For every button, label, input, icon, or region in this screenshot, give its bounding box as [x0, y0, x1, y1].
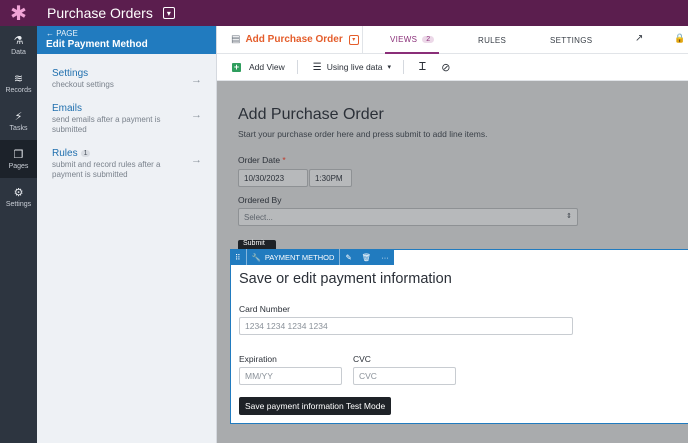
nav-records-label: Records: [5, 86, 32, 94]
app-menu-chevron-icon[interactable]: ▾: [162, 7, 175, 19]
page-settings-panel: ← PAGE Edit Payment Method Settings chec…: [37, 26, 217, 443]
panel-item-subtitle: send emails after a payment is submitted: [52, 115, 161, 134]
pages-icon: ❐: [13, 148, 24, 161]
nav-settings[interactable]: ⚙ Settings: [0, 178, 37, 216]
panel-item-settings[interactable]: Settings checkout settings →: [37, 68, 216, 90]
more-options-icon[interactable]: ···: [376, 249, 394, 265]
card-number-input[interactable]: 1234 1234 1234 1234: [239, 317, 573, 335]
arrow-right-icon: →: [191, 74, 202, 86]
select-arrows-icon: ⇕: [566, 213, 572, 220]
view-name-label: PAYMENT METHOD: [264, 252, 335, 262]
expiration-input[interactable]: MM/YY: [239, 367, 342, 385]
nav-settings-label: Settings: [5, 200, 32, 208]
app-logo-icon[interactable]: ✱: [0, 0, 37, 26]
expiration-label: Expiration: [239, 354, 277, 364]
nav-pages-label: Pages: [8, 162, 29, 170]
form-title: Add Purchase Order: [238, 106, 384, 123]
panel-item-subtitle: checkout settings: [52, 80, 114, 89]
ordered-by-placeholder: Select...: [244, 212, 273, 222]
flask-icon: ⚗: [13, 34, 24, 47]
page-icon: ▤: [231, 34, 241, 45]
cvc-label: CVC: [353, 354, 371, 364]
header-divider: [362, 25, 363, 54]
bolt-icon: ⚡: [14, 110, 23, 123]
order-date-label-text: Order Date: [238, 155, 281, 165]
toolbar-divider: [403, 60, 405, 74]
tab-settings[interactable]: SETTINGS: [550, 26, 592, 54]
nav-tasks-label: Tasks: [9, 124, 28, 132]
order-time-input[interactable]: 1:30PM: [309, 169, 352, 187]
panel-item-title: Emails: [52, 103, 83, 114]
order-date-input[interactable]: 10/30/2023: [238, 169, 308, 187]
order-date-label: Order Date *: [238, 155, 286, 165]
panel-header: ← PAGE Edit Payment Method: [37, 26, 216, 54]
nav-pages[interactable]: ❐ Pages: [0, 140, 37, 178]
tab-rules[interactable]: RULES: [478, 26, 506, 54]
arrow-right-icon: →: [191, 154, 202, 166]
caret-down-icon: ▾: [387, 64, 392, 71]
form-subtitle: Start your purchase order here and press…: [238, 129, 488, 139]
app-title: Purchase Orders: [47, 5, 153, 21]
ordered-by-select[interactable]: Select... ⇕: [238, 208, 578, 226]
cvc-input[interactable]: CVC: [353, 367, 456, 385]
wrench-icon: 🔧: [251, 252, 261, 262]
page-selector[interactable]: ▤ Add Purchase Order ▾: [231, 34, 359, 45]
required-mark: *: [282, 155, 286, 165]
view-action-toolbar: ⠿ 🔧 PAYMENT METHOD ✎ 🗑 ···: [230, 249, 394, 265]
external-link-icon[interactable]: ↗: [635, 33, 643, 44]
payment-method-view[interactable]: Save or edit payment information Card Nu…: [230, 249, 688, 424]
view-name-button[interactable]: 🔧 PAYMENT METHOD: [245, 249, 340, 265]
database-icon: ☰: [312, 61, 322, 73]
view-toolbar: + Add View ☰ Using live data ▾ Ꮖ ⊘: [217, 54, 688, 81]
gear-icon: ⚙: [13, 186, 24, 199]
nav-records[interactable]: ≋ Records: [0, 64, 37, 102]
payment-heading: Save or edit payment information: [239, 271, 452, 287]
toolbar-divider: [296, 60, 298, 74]
page-name: Add Purchase Order: [245, 34, 343, 45]
text-cursor-icon[interactable]: Ꮖ: [419, 61, 426, 74]
ordered-by-label: Ordered By: [238, 195, 282, 205]
save-payment-button[interactable]: Save payment information Test Mode: [239, 397, 392, 415]
lock-icon[interactable]: 🔒: [674, 33, 685, 44]
drag-handle-icon[interactable]: ⠿: [230, 249, 246, 265]
main-nav-rail: ⚗ Data ≋ Records ⚡ Tasks ❐ Pages ⚙ Setti…: [0, 26, 37, 443]
editor-header: ▤ Add Purchase Order ▾ VIEWS 2 RULES SET…: [217, 25, 688, 54]
card-number-label: Card Number: [239, 304, 291, 314]
rules-label: Rules: [52, 148, 78, 159]
add-view-label: Add View: [249, 62, 285, 72]
nav-tasks[interactable]: ⚡ Tasks: [0, 102, 37, 140]
panel-item-rules[interactable]: Rules 1 submit and record rules after a p…: [37, 148, 216, 180]
live-data-label: Using live data: [326, 62, 383, 72]
hide-icon[interactable]: ⊘: [441, 61, 450, 74]
panel-title: Edit Payment Method: [46, 39, 148, 50]
back-to-page-link[interactable]: ← PAGE: [46, 29, 207, 38]
delete-icon[interactable]: 🗑: [357, 249, 377, 265]
nav-data[interactable]: ⚗ Data: [0, 26, 37, 64]
tab-views[interactable]: VIEWS 2: [385, 26, 440, 54]
add-view-button[interactable]: + Add View: [232, 62, 285, 72]
arrow-right-icon: →: [191, 109, 202, 121]
plus-icon: +: [232, 61, 241, 72]
app-header: ✱ Purchase Orders ▾: [0, 0, 688, 26]
tab-views-label: VIEWS: [390, 34, 418, 44]
chevron-down-icon[interactable]: ▾: [348, 34, 359, 45]
edit-icon[interactable]: ✎: [339, 249, 356, 265]
panel-item-subtitle: submit and record rules after a payment …: [52, 160, 161, 179]
nav-data-label: Data: [11, 48, 26, 56]
live-data-dropdown[interactable]: ☰ Using live data ▾: [313, 62, 391, 73]
panel-item-emails[interactable]: Emails send emails after a payment is su…: [37, 103, 216, 135]
views-count-badge: 2: [422, 35, 435, 43]
rules-count-badge: 1: [80, 150, 91, 157]
panel-item-title: Rules 1: [52, 148, 201, 159]
panel-item-title: Settings: [52, 68, 89, 79]
database-icon: ≋: [13, 72, 24, 85]
page-canvas: Add Purchase Order Start your purchase o…: [217, 81, 688, 443]
